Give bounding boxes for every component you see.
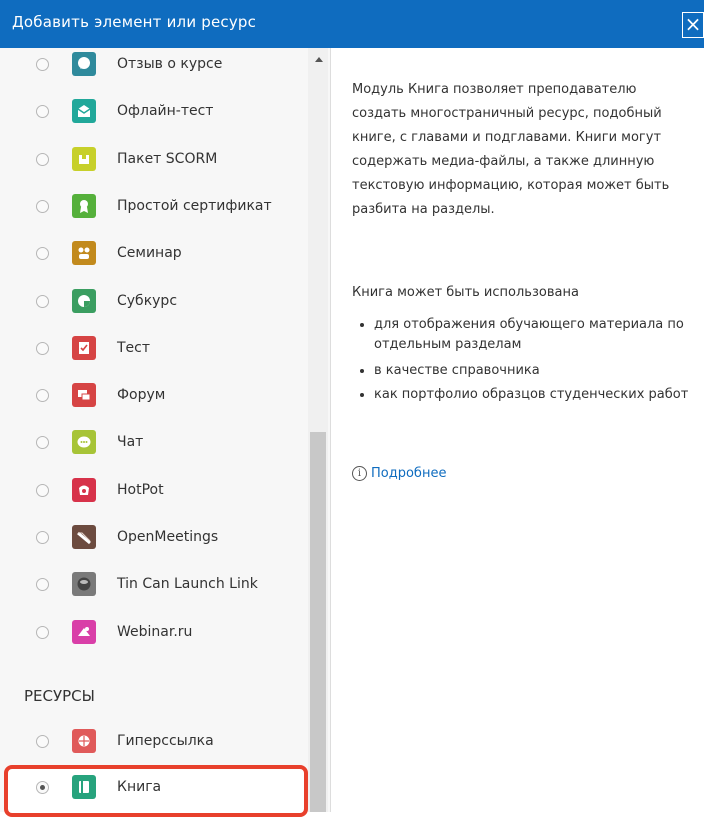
module-option[interactable]: Гиперссылка [0,720,305,766]
module-label: Webinar.ru [117,623,193,640]
module-option[interactable]: Семинар [0,232,305,278]
module-label: Отзыв о курсе [117,56,223,72]
module-label: Офлайн-тест [117,103,214,120]
module-label: Семинар [117,245,182,262]
scroll-up-arrow-icon[interactable] [315,57,323,62]
hotpot-icon [72,477,96,502]
certificate-icon [72,193,96,218]
dialog-header: Добавить элемент или ресурс × [0,0,704,48]
pane-divider [330,48,331,812]
webinar-icon [72,619,96,644]
description-intro: Модуль Книга позволяет преподавателю соз… [352,82,670,217]
module-radio[interactable] [36,389,49,403]
module-label: Простой сертификат [117,197,272,214]
module-option[interactable]: Тест [0,327,305,373]
module-radio[interactable] [36,735,49,748]
subcourse-icon [72,288,96,313]
module-option[interactable]: Отзыв о курсе [0,43,305,89]
module-radio[interactable] [36,105,49,119]
description-bullet: как портфолио образцов студенческих рабо… [374,385,704,405]
module-radio[interactable] [36,531,49,544]
quiz-icon [72,335,96,360]
description-bullets: для отображения обучающего материала по … [352,315,704,411]
forum-icon [72,383,96,408]
module-option[interactable]: Пакет SCORM [0,138,305,184]
resources-section-title: РЕСУРСЫ [24,687,95,705]
module-label: Гиперссылка [117,733,214,749]
description-usage-title: Книга может быть использована [352,285,579,300]
module-label: Форум [117,387,166,404]
scrollbar-thumb[interactable] [310,432,326,812]
close-button[interactable]: × [682,12,704,38]
module-radio[interactable] [36,436,49,450]
module-radio[interactable] [36,625,49,639]
offline-quiz-icon [72,99,96,124]
url-icon [72,729,96,753]
module-option[interactable]: HotPot [0,469,305,515]
module-radio[interactable] [36,294,49,308]
module-option[interactable]: OpenMeetings [0,516,305,562]
module-label: Чат [117,434,144,451]
module-radio[interactable] [36,58,49,71]
dialog-title: Добавить элемент или ресурс [12,13,257,31]
module-label: Тест [117,339,151,356]
more-info-label: Подробнее [371,466,447,481]
openmeetings-icon [72,525,96,549]
module-label: HotPot [117,481,164,498]
module-label: Книга [117,779,162,795]
module-radio[interactable] [36,152,49,166]
module-radio[interactable] [36,341,49,355]
module-option[interactable]: Чат [0,421,305,467]
module-option[interactable]: Офлайн-тест [0,90,305,136]
scorm-icon [72,146,96,171]
module-label: Tin Can Launch Link [117,576,258,593]
module-option[interactable]: Tin Can Launch Link [0,563,305,609]
module-radio[interactable] [36,578,49,592]
module-label: Пакет SCORM [117,150,218,167]
more-info-link[interactable]: i Подробнее [352,466,446,481]
description-bullet: для отображения обучающего материала по … [374,315,704,355]
module-label: Субкурс [117,292,178,309]
module-option[interactable]: Webinar.ru [0,611,305,657]
module-radio[interactable] [36,199,49,213]
module-option[interactable]: Субкурс [0,280,305,326]
module-label: OpenMeetings [117,529,219,545]
module-option[interactable]: Простой сертификат [0,185,305,231]
feedback-icon [72,52,96,76]
module-option[interactable]: Форум [0,374,305,420]
module-radio[interactable] [36,781,49,794]
workshop-icon [72,241,96,266]
module-radio[interactable] [36,483,49,497]
info-icon: i [352,466,367,481]
chat-icon [72,430,96,455]
module-option[interactable]: Книга [0,766,305,812]
description-bullet: в качестве справочника [374,361,704,381]
book-icon [72,775,96,799]
module-radio[interactable] [36,247,49,261]
tincan-icon [72,572,96,597]
